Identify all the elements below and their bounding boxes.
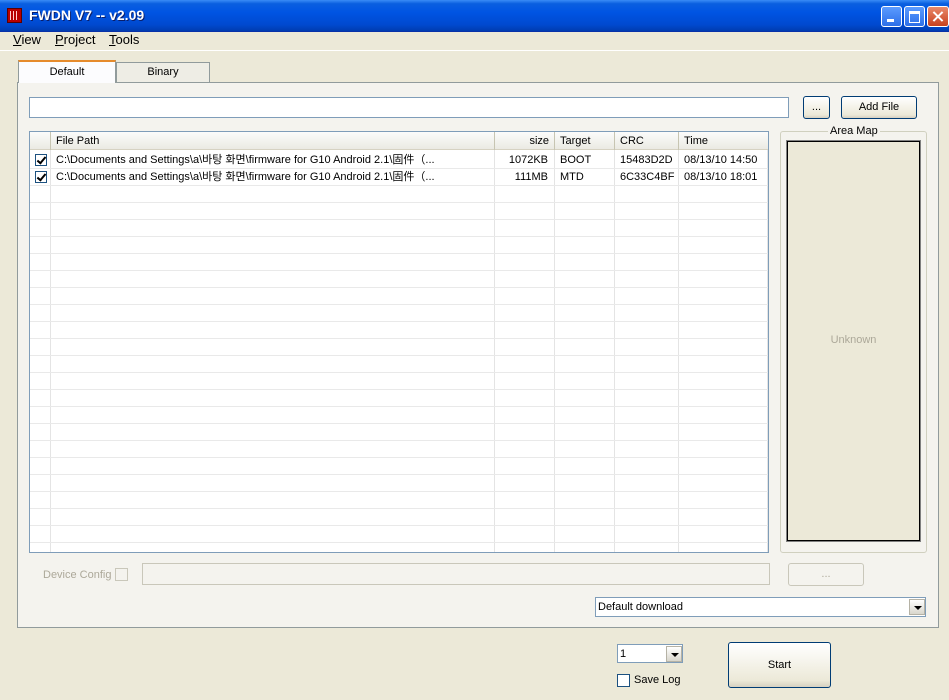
empty-table-row	[30, 186, 768, 203]
empty-table-row	[30, 203, 768, 220]
tab-binary[interactable]: Binary	[116, 62, 210, 82]
empty-table-row	[30, 356, 768, 373]
file-list[interactable]: File Path size Target CRC Time C:\Docume…	[29, 131, 769, 553]
area-map-label: Area Map	[828, 125, 880, 137]
list-header: File Path size Target CRC Time	[30, 132, 768, 150]
count-select[interactable]: 1	[617, 644, 683, 663]
cell-size: 1072KB	[508, 154, 548, 166]
download-mode-value: Default download	[598, 601, 684, 613]
device-config-checkbox[interactable]	[115, 568, 128, 581]
cell-file-path: C:\Documents and Settings\a\바탕 화면\firmwa…	[56, 171, 435, 183]
cell-file-path: C:\Documents and Settings\a\바탕 화면\firmwa…	[56, 154, 435, 166]
empty-table-row	[30, 339, 768, 356]
column-header-time[interactable]: Time	[679, 132, 768, 150]
file-path-input[interactable]	[29, 97, 789, 118]
menu-view[interactable]: View	[13, 32, 41, 47]
device-config-browse-button[interactable]: ...	[788, 563, 864, 586]
empty-table-row	[30, 441, 768, 458]
row-checkbox[interactable]	[35, 171, 47, 183]
save-log-label[interactable]: Save Log	[634, 674, 680, 686]
menu-bar: View Project Tools	[0, 31, 949, 51]
table-row[interactable]: C:\Documents and Settings\a\바탕 화면\firmwa…	[30, 152, 768, 169]
minimize-button[interactable]	[881, 6, 902, 27]
empty-table-row	[30, 305, 768, 322]
table-row[interactable]: C:\Documents and Settings\a\바탕 화면\firmwa…	[30, 169, 768, 186]
save-log-checkbox[interactable]	[617, 674, 630, 687]
area-map-status: Unknown	[830, 334, 877, 346]
tab-default[interactable]: Default	[18, 60, 116, 83]
menu-tools[interactable]: Tools	[109, 32, 139, 47]
menu-project[interactable]: Project	[55, 32, 95, 47]
column-header-check[interactable]	[30, 132, 51, 150]
cell-size: 111MB	[514, 171, 548, 183]
empty-table-row	[30, 254, 768, 271]
cell-time: 08/13/10 18:01	[684, 171, 758, 183]
row-checkbox[interactable]	[35, 154, 47, 166]
empty-table-row	[30, 220, 768, 237]
column-header-file-path[interactable]: File Path	[51, 132, 495, 150]
empty-table-row	[30, 526, 768, 543]
app-icon	[7, 8, 22, 23]
cell-crc: 15483D2D	[620, 154, 673, 166]
cell-target: MTD	[560, 171, 584, 183]
chevron-down-icon[interactable]	[909, 599, 925, 615]
empty-table-row	[30, 237, 768, 254]
empty-table-row	[30, 458, 768, 475]
device-config-input[interactable]	[142, 563, 770, 585]
add-file-button[interactable]: Add File	[841, 96, 917, 119]
cell-target: BOOT	[560, 154, 592, 166]
count-value: 1	[620, 648, 627, 660]
start-button[interactable]: Start	[728, 642, 831, 688]
column-header-size[interactable]: size	[495, 132, 555, 150]
browse-button[interactable]: ...	[803, 96, 830, 119]
empty-table-row	[30, 322, 768, 339]
close-button[interactable]	[927, 6, 949, 27]
column-header-target[interactable]: Target	[555, 132, 615, 150]
cell-crc: 6C33C4BF	[620, 171, 675, 183]
empty-table-row	[30, 390, 768, 407]
window-title: FWDN V7 -- v2.09	[29, 7, 145, 23]
empty-table-row	[30, 543, 768, 552]
cell-time: 08/13/10 14:50	[684, 154, 758, 166]
title-bar[interactable]: FWDN V7 -- v2.09	[0, 0, 949, 32]
empty-table-row	[30, 271, 768, 288]
device-config-label: Device Config	[43, 569, 112, 581]
empty-table-row	[30, 288, 768, 305]
empty-table-row	[30, 424, 768, 441]
empty-table-row	[30, 407, 768, 424]
chevron-down-icon[interactable]	[666, 646, 682, 662]
download-mode-select[interactable]: Default download	[595, 597, 926, 617]
empty-table-row	[30, 475, 768, 492]
maximize-button[interactable]	[904, 6, 925, 27]
empty-table-row	[30, 492, 768, 509]
empty-table-row	[30, 509, 768, 526]
column-header-crc[interactable]: CRC	[615, 132, 679, 150]
empty-table-row	[30, 373, 768, 390]
